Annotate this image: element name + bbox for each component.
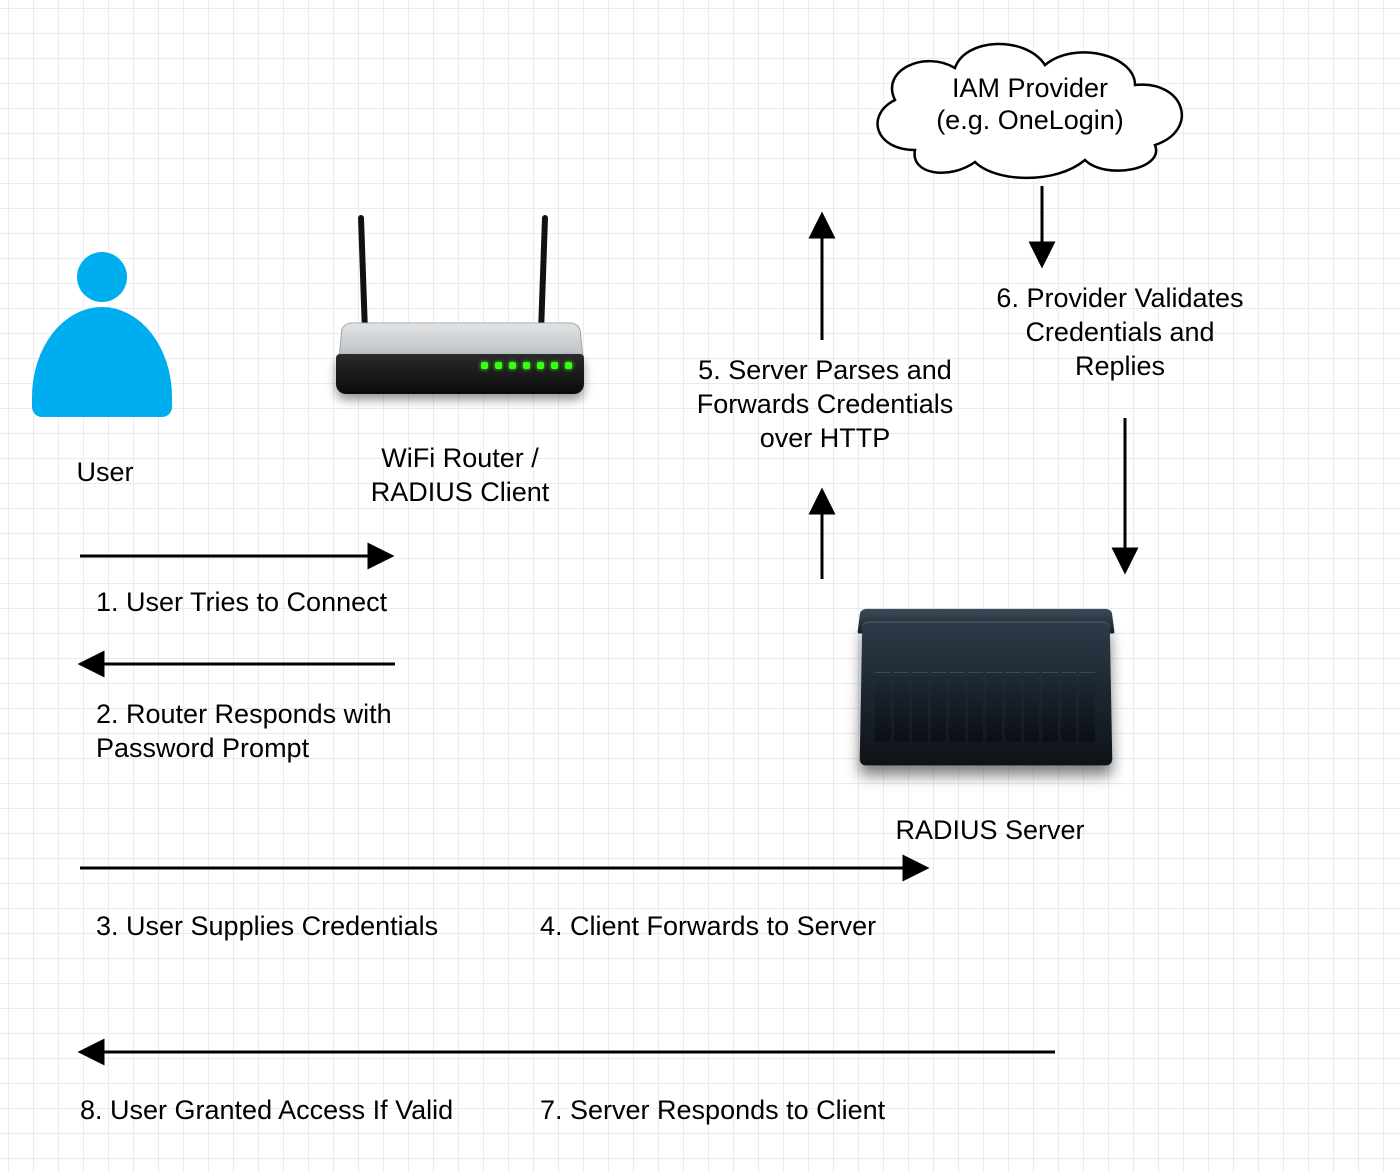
server-icon [855,600,1125,780]
step-8-label: 8. User Granted Access If Valid [80,1094,453,1128]
user-icon [27,252,177,412]
router-label: WiFi Router / RADIUS Client [330,442,590,510]
iam-cloud: IAM Provider (e.g. OneLogin) [855,30,1205,185]
step-7-label: 7. Server Responds to Client [540,1094,885,1128]
step-1-label: 1. User Tries to Connect [96,586,387,620]
step-3-label: 3. User Supplies Credentials [96,910,438,944]
step-6-label: 6. Provider Validates Credentials and Re… [960,282,1280,383]
diagram-canvas: User WiFi Router / RADIUS Client IAM Pro… [0,0,1400,1173]
step-5-label: 5. Server Parses and Forwards Credential… [660,354,990,455]
step-4-label: 4. Client Forwards to Server [540,910,876,944]
iam-label: IAM Provider (e.g. OneLogin) [855,72,1205,137]
step-2-label: 2. Router Responds with Password Prompt [96,698,392,766]
server-label: RADIUS Server [830,814,1150,848]
user-label: User [50,456,160,490]
router-icon [330,230,590,410]
